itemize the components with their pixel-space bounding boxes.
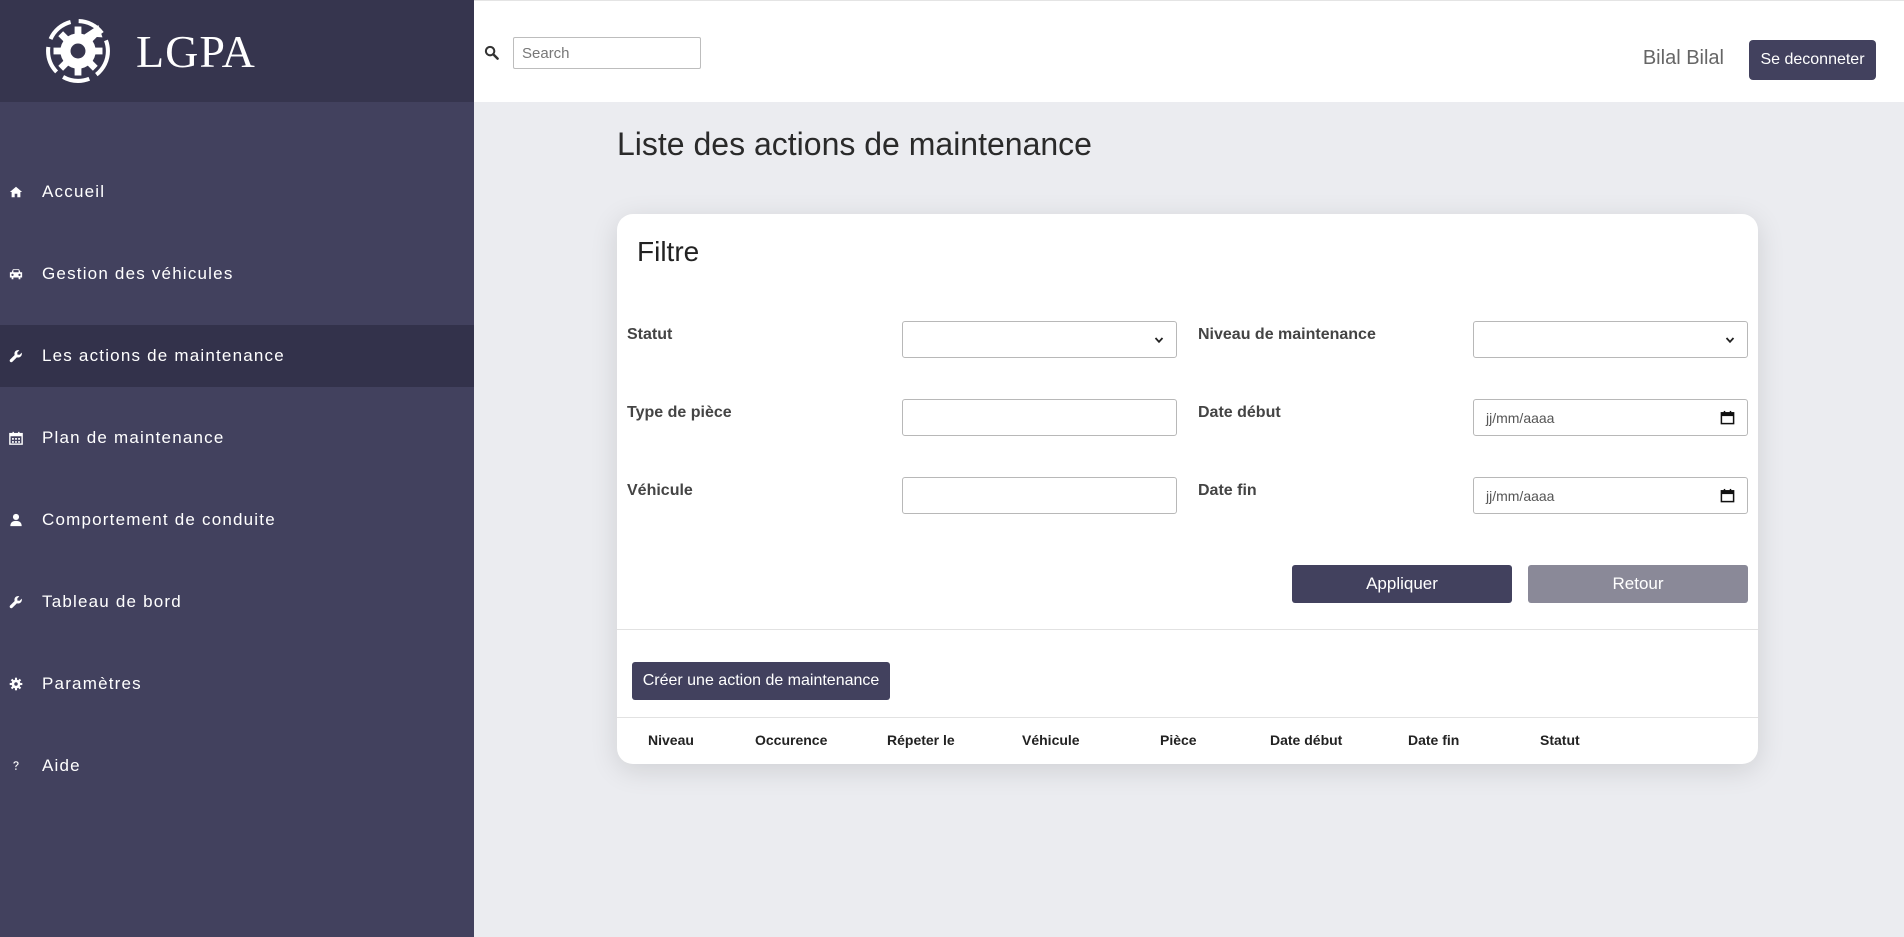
sidebar-item-parametres[interactable]: Paramètres xyxy=(0,653,474,715)
brand-name: LGPA xyxy=(136,25,256,77)
sidebar-item-label: Tableau de bord xyxy=(42,592,182,611)
column-header-statut[interactable]: Statut xyxy=(1540,732,1580,748)
sidebar-item-label: Gestion des véhicules xyxy=(42,264,234,283)
sidebar-nav: Accueil Gestion des véhicules Les action… xyxy=(0,161,474,817)
car-icon xyxy=(8,266,24,282)
sidebar-item-maintenance-actions[interactable]: Les actions de maintenance xyxy=(0,325,474,387)
sidebar: LGPA Accueil Gestion des véhicules Les a… xyxy=(0,0,474,937)
divider xyxy=(617,717,1758,718)
type-piece-label: Type de pièce xyxy=(627,404,732,421)
logout-button[interactable]: Se deconneter xyxy=(1749,40,1876,80)
sidebar-item-accueil[interactable]: Accueil xyxy=(0,161,474,223)
chevron-down-icon xyxy=(1725,336,1735,343)
filter-card: Filtre Statut Niveau de maintenance Type… xyxy=(617,214,1758,764)
chevron-down-icon xyxy=(1154,336,1164,343)
sidebar-item-label: Aide xyxy=(42,756,81,775)
date-fin-input[interactable]: jj/mm/aaaa xyxy=(1473,477,1748,514)
date-debut-label: Date début xyxy=(1198,404,1281,421)
create-maintenance-action-button[interactable]: Créer une action de maintenance xyxy=(632,662,890,700)
wrench-icon xyxy=(8,348,24,364)
gear-logo-icon xyxy=(46,19,110,83)
search-input[interactable] xyxy=(513,37,701,69)
filter-title: Filtre xyxy=(637,236,700,267)
sidebar-item-plan-maintenance[interactable]: Plan de maintenance xyxy=(0,407,474,469)
sidebar-item-comportement[interactable]: Comportement de conduite xyxy=(0,489,474,551)
user-name: Bilal Bilal xyxy=(1642,47,1724,69)
topbar: Bilal Bilal Se deconneter xyxy=(474,0,1904,102)
statut-label: Statut xyxy=(627,326,673,343)
calendar-icon xyxy=(8,430,24,446)
column-header-date-debut[interactable]: Date début xyxy=(1270,732,1342,748)
calendar-icon[interactable] xyxy=(1720,410,1735,425)
statut-select[interactable] xyxy=(902,321,1177,358)
question-icon xyxy=(8,758,24,774)
column-header-vehicule[interactable]: Véhicule xyxy=(1022,732,1080,748)
niveau-select[interactable] xyxy=(1473,321,1748,358)
column-header-date-fin[interactable]: Date fin xyxy=(1408,732,1459,748)
sidebar-item-aide[interactable]: Aide xyxy=(0,735,474,797)
calendar-icon[interactable] xyxy=(1720,488,1735,503)
niveau-label: Niveau de maintenance xyxy=(1198,326,1376,343)
user-icon xyxy=(8,512,24,528)
wrench-icon xyxy=(8,594,24,610)
vehicule-label: Véhicule xyxy=(627,482,693,499)
sidebar-item-label: Accueil xyxy=(42,182,106,201)
sidebar-item-tableau-de-bord[interactable]: Tableau de bord xyxy=(0,571,474,633)
date-debut-placeholder: jj/mm/aaaa xyxy=(1486,409,1555,426)
sidebar-item-vehicules[interactable]: Gestion des véhicules xyxy=(0,243,474,305)
sidebar-item-label: Paramètres xyxy=(42,674,142,693)
page-title: Liste des actions de maintenance xyxy=(617,126,1092,162)
date-fin-placeholder: jj/mm/aaaa xyxy=(1486,487,1555,504)
brand[interactable]: LGPA xyxy=(0,0,474,102)
date-debut-input[interactable]: jj/mm/aaaa xyxy=(1473,399,1748,436)
column-header-niveau[interactable]: Niveau xyxy=(648,732,694,748)
divider xyxy=(617,629,1758,630)
column-header-piece[interactable]: Pièce xyxy=(1160,732,1197,748)
back-button[interactable]: Retour xyxy=(1528,565,1748,603)
home-icon xyxy=(8,184,24,200)
vehicule-input[interactable] xyxy=(902,477,1177,514)
search-icon[interactable] xyxy=(484,45,499,60)
column-header-repeter-le[interactable]: Répeter le xyxy=(887,732,955,748)
gear-icon xyxy=(8,676,24,692)
sidebar-item-label: Plan de maintenance xyxy=(42,428,225,447)
apply-button[interactable]: Appliquer xyxy=(1292,565,1512,603)
sidebar-item-label: Comportement de conduite xyxy=(42,510,276,529)
column-header-occurence[interactable]: Occurence xyxy=(755,732,827,748)
type-piece-input[interactable] xyxy=(902,399,1177,436)
date-fin-label: Date fin xyxy=(1198,482,1257,499)
sidebar-item-label: Les actions de maintenance xyxy=(42,346,285,365)
